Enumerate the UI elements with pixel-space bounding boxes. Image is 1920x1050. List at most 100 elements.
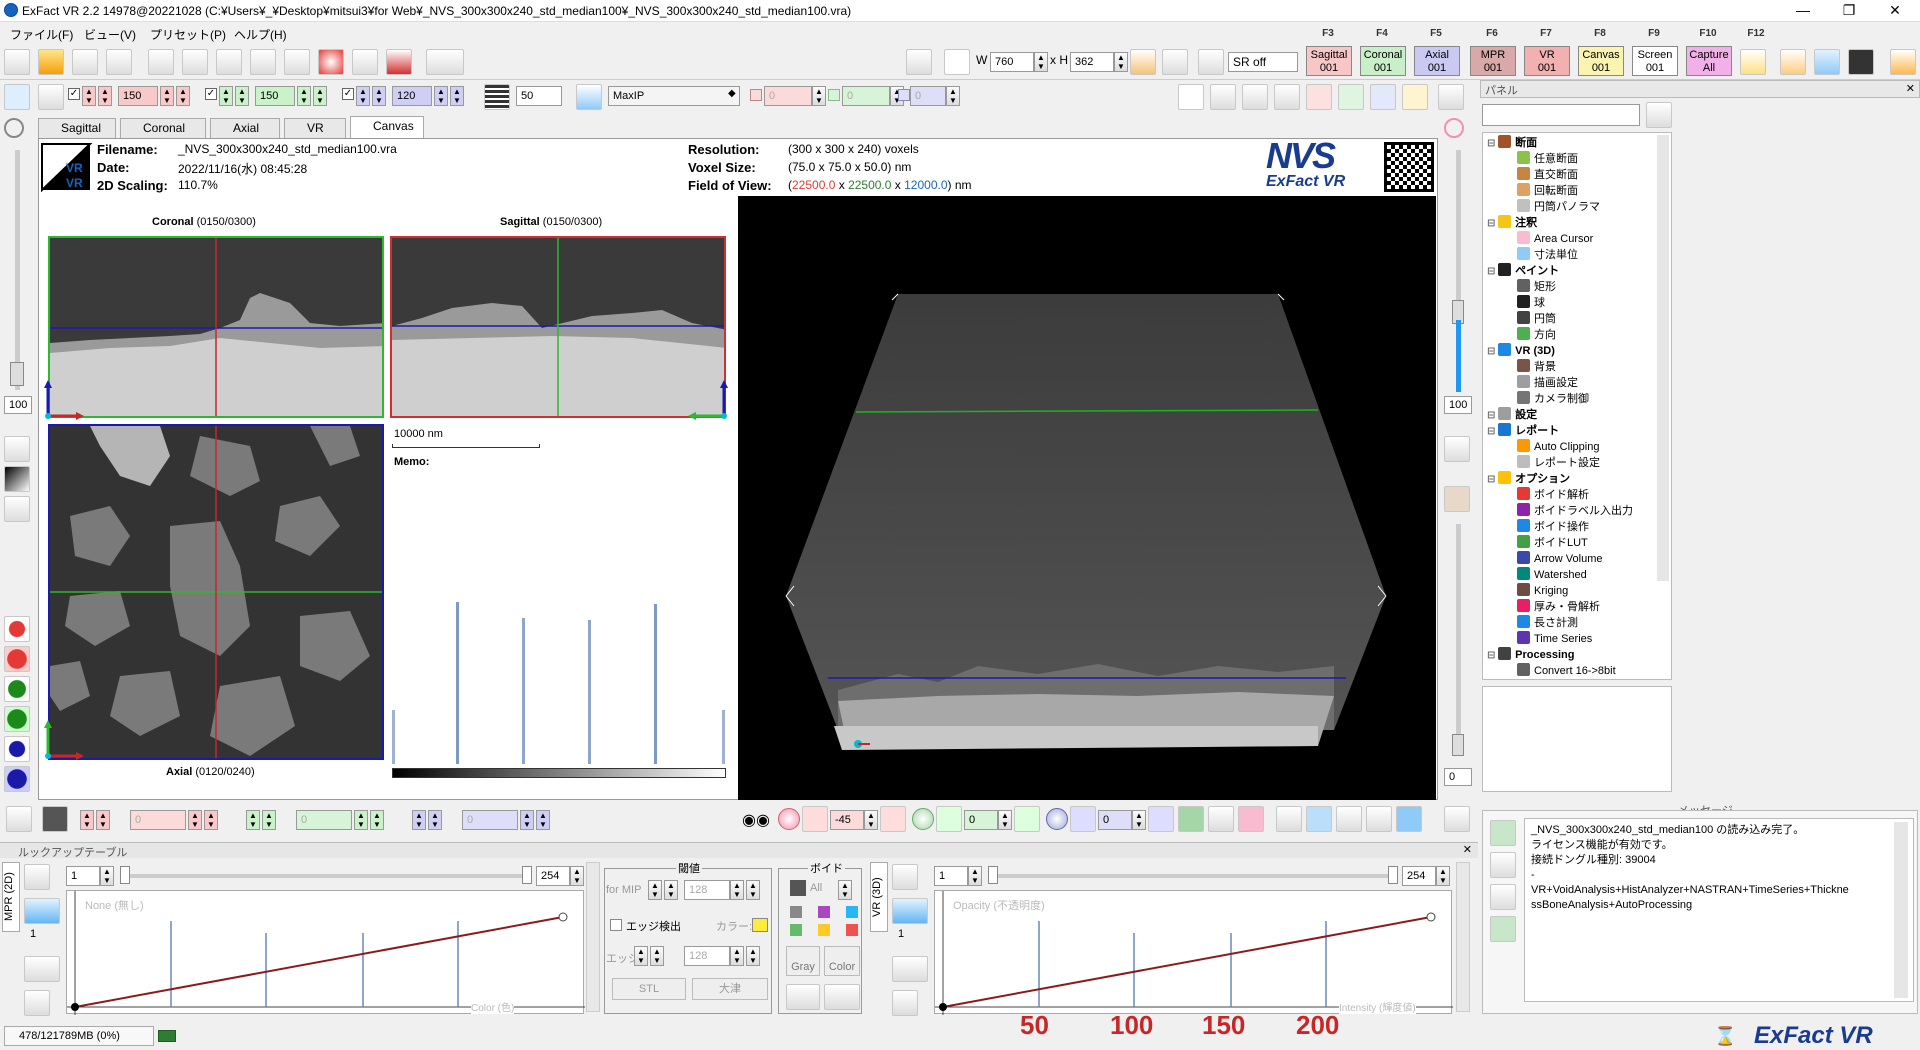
tree-item[interactable]: ⊟ 設定 [1487,407,1633,423]
void-swatch[interactable] [846,906,858,918]
tree-item[interactable]: Watershed [1487,567,1633,583]
vr-min-spinner[interactable]: ▲ ▼ [968,866,982,886]
bottom-green-spin2[interactable]: ▲ ▼ [262,810,276,830]
fit-view-icon[interactable] [4,436,30,462]
vr-lut-save-icon[interactable] [892,956,928,982]
view-front-icon[interactable] [1178,806,1204,832]
tree-expand-icon[interactable]: ⊟ [1487,138,1498,149]
box-green-icon[interactable] [1338,84,1364,110]
coronal-checkbox[interactable]: ✓ [205,88,217,100]
view-refresh-icon[interactable] [1396,806,1422,832]
tree-scrollbar[interactable] [1657,135,1669,581]
coronal-view[interactable] [48,236,384,418]
sagittal-view[interactable] [390,236,726,418]
message-down-icon[interactable] [1490,916,1516,942]
vr-max-input[interactable]: 254 [1402,866,1436,886]
edge-spin-b[interactable]: ▲ ▼ [650,946,664,966]
tree-item[interactable]: Time Series [1487,631,1633,647]
blue-offset-input[interactable]: 0 [910,86,946,106]
void-swatch[interactable] [818,906,830,918]
sag-spin-b[interactable]: ▲ ▼ [98,86,112,106]
bookmark-icon[interactable] [386,49,412,75]
red-offset-input[interactable]: 0 [764,86,812,106]
stl-button[interactable]: STL [612,978,686,1000]
save-icon[interactable] [72,49,98,75]
screen-capture-button[interactable]: Screen 001 [1632,46,1678,76]
view-rotate-icon[interactable] [1366,806,1392,832]
crosshair-move-icon[interactable] [4,84,30,110]
mpr-lut-plot[interactable]: None (無し) Color (色) [66,890,585,1015]
thickness-icon[interactable] [484,84,510,110]
green-sphere-icon[interactable] [4,676,30,702]
histogram-icon[interactable] [1814,49,1840,75]
view-down-icon[interactable] [1306,806,1332,832]
vr-lut-reset-icon[interactable] [892,990,918,1016]
tree-item[interactable]: ⊟ レポート [1487,423,1633,439]
pen-icon[interactable] [4,49,30,75]
red-offset-spinner[interactable]: ▲ ▼ [812,86,826,106]
tree-item[interactable]: 背景 [1487,359,1633,375]
pick-icon[interactable] [4,496,30,522]
camera-view-icon[interactable] [42,806,68,832]
mpr-min-spinner[interactable]: ▲ ▼ [100,866,114,886]
edge-spin-d[interactable]: ▲ ▼ [746,946,760,966]
tree-item[interactable]: Convert 16->8bit [1487,663,1633,679]
tree-expand-icon[interactable]: ⊟ [1487,346,1498,357]
rot-y-button2[interactable] [1014,806,1040,832]
thr-spin-a[interactable]: ▲ ▼ [648,880,662,900]
tree-expand-icon[interactable]: ⊟ [1487,426,1498,437]
capture-all-button[interactable]: Capture All [1686,46,1732,76]
void-hist-icon-1[interactable] [786,984,820,1010]
reset-view-icon[interactable] [1444,806,1470,832]
box-red-icon[interactable] [1306,84,1332,110]
maximize-button[interactable]: ❐ [1826,0,1872,22]
tool-icon-5[interactable] [284,49,310,75]
tool-icon-3[interactable] [216,49,242,75]
zoom-value[interactable]: 100 [4,396,32,414]
bottom-red-spin[interactable]: ▲ ▼ [80,810,94,830]
tree-item[interactable]: カメラ制御 [1487,391,1633,407]
void-spin[interactable]: ▲ ▼ [838,880,852,900]
bottom-blue-spin2[interactable]: ▲ ▼ [428,810,442,830]
tree-item[interactable]: 任意断面 [1487,151,1633,167]
rot-y-icon[interactable] [912,808,934,830]
mpr-2d-tab[interactable]: MPR (2D) [2,862,20,932]
bottom-green-spin[interactable]: ▲ ▼ [246,810,260,830]
thr-spin-c[interactable]: ▲ ▼ [730,880,744,900]
thr-spin-d[interactable]: ▲ ▼ [746,880,760,900]
tree-item[interactable]: 矩形 [1487,279,1633,295]
red-sphere-icon[interactable] [4,616,30,642]
vr-range-min-thumb[interactable] [988,866,998,884]
tree-item[interactable]: 円筒パノラマ [1487,199,1633,215]
open-folder-icon[interactable] [38,49,64,75]
coronal-view-button[interactable]: Coronal 001 [1360,46,1406,76]
save-all-icon[interactable] [106,49,132,75]
view-side-icon[interactable] [1208,806,1234,832]
projection-icon[interactable] [576,84,602,110]
zoom-icon[interactable] [4,118,24,138]
view-top-icon[interactable] [1336,806,1362,832]
arrows-icon[interactable] [1438,84,1464,110]
message-clear-icon[interactable] [1490,852,1516,878]
reset-icon[interactable] [6,806,32,832]
tree-item[interactable]: ボイドLUT [1487,535,1633,551]
zoom-slider-thumb[interactable] [10,362,24,386]
bottom-blue-input[interactable]: 0 [462,810,518,830]
rot-x-spinner[interactable]: ▲ ▼ [864,810,878,830]
mpr-scrollbar[interactable] [586,862,600,1012]
mpr-range-track[interactable] [124,874,528,878]
rot-z-icon[interactable] [1046,808,1068,830]
rot-x-input[interactable]: -45 [830,810,864,830]
blue-swatch[interactable] [898,89,910,101]
sr-select[interactable]: SR off [1228,52,1298,72]
fit-icon[interactable] [944,49,970,75]
vr-lut-plot[interactable]: Opacity (不透明度) Intensity (輝度値) [934,890,1453,1015]
tree-item[interactable]: ボイドラベル入出力 [1487,503,1633,519]
sag-spin-d[interactable]: ▲ ▼ [176,86,190,106]
message-scrollbar[interactable] [1894,822,1908,998]
mpr-view-button[interactable]: MPR 001 [1470,46,1516,76]
rot-x-button[interactable] [802,806,828,832]
mpr-max-input[interactable]: 254 [536,866,570,886]
tree-item[interactable]: ⊟ 注釈 [1487,215,1633,231]
green-swatch[interactable] [828,89,840,101]
